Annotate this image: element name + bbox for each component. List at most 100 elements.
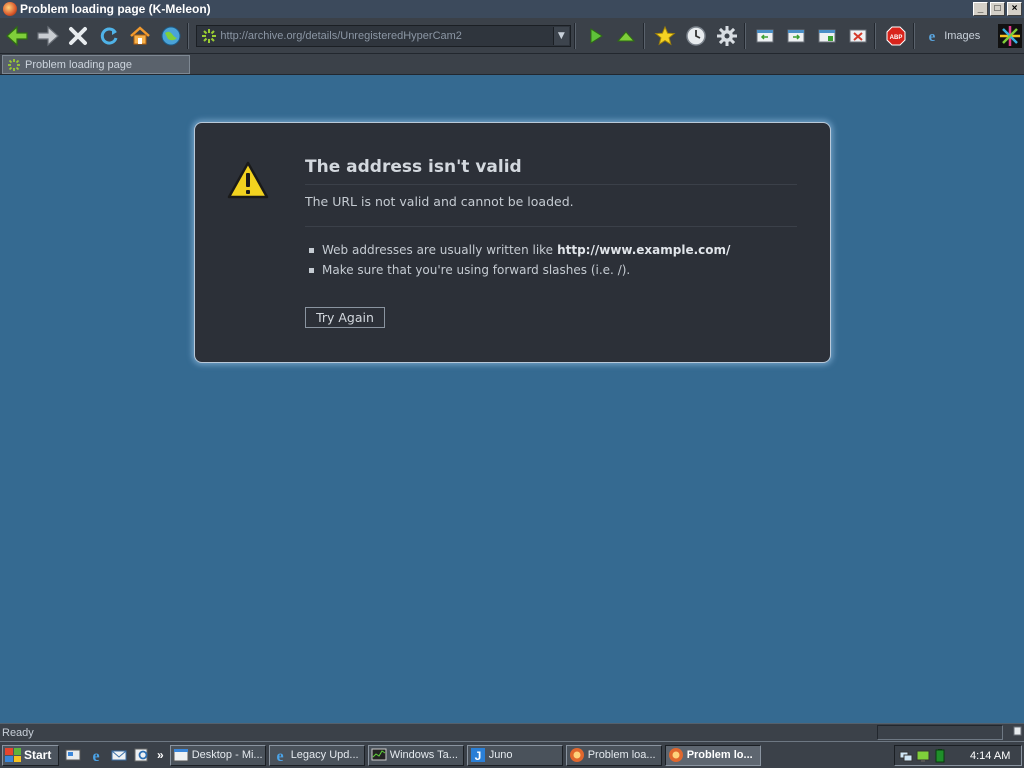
close-window-button[interactable]: × xyxy=(1007,2,1022,16)
tab-loading-icon xyxy=(8,58,20,71)
suggestion-text: Make sure that you're using forward slas… xyxy=(322,263,631,277)
stop-button[interactable] xyxy=(64,22,92,50)
bullet-icon xyxy=(309,247,314,253)
url-bar[interactable]: ▼ xyxy=(196,24,571,47)
ie-logo-icon: e xyxy=(929,29,936,44)
reload-button[interactable] xyxy=(95,22,123,50)
tab-bar: Problem loading page xyxy=(0,54,1024,75)
svg-text:e: e xyxy=(929,29,936,44)
toolbar-separator xyxy=(573,22,576,49)
close-tab-button[interactable] xyxy=(844,22,872,50)
new-window-icon xyxy=(818,29,836,42)
navigation-toolbar: ▼ ABP e Images xyxy=(0,18,1024,54)
history-button[interactable] xyxy=(682,22,710,50)
title-bar: Problem loading page (K-Meleon) _ □ × xyxy=(0,0,1024,18)
go-button[interactable] xyxy=(582,22,610,50)
adblock-button[interactable]: ABP xyxy=(882,22,910,50)
stop-x-icon xyxy=(69,26,88,45)
toolbar-separator xyxy=(743,22,746,49)
forward-button[interactable] xyxy=(34,22,62,50)
gear-icon xyxy=(716,25,737,46)
close-window-icon xyxy=(849,29,867,42)
error-box: The address isn't valid The URL is not v… xyxy=(194,122,831,363)
resize-grip-icon[interactable] xyxy=(1006,725,1024,740)
list-item: Make sure that you're using forward slas… xyxy=(309,260,730,280)
images-toggle-button[interactable]: e Images xyxy=(924,28,980,44)
task-problem-loading-1[interactable]: Problem loa... xyxy=(565,744,662,766)
clock[interactable]: 4:14 AM xyxy=(970,750,1010,762)
battery-icon[interactable] xyxy=(933,748,947,763)
task-manager-icon xyxy=(371,748,387,761)
url-dropdown-button[interactable]: ▼ xyxy=(552,26,569,45)
back-arrow-icon xyxy=(5,25,28,46)
task-label: Problem lo... xyxy=(686,749,753,761)
task-juno[interactable]: J Juno xyxy=(466,744,563,766)
kmeleon-icon xyxy=(668,748,683,762)
quick-launch: e » xyxy=(65,747,170,763)
adblock-stop-icon: ABP xyxy=(886,26,906,45)
taskbar: Start e » Desktop - Mi... e Legacy Upd..… xyxy=(0,741,1024,768)
quick-launch-chevron[interactable]: » xyxy=(157,748,164,762)
home-button[interactable] xyxy=(126,22,154,50)
site-loading-icon xyxy=(200,27,218,45)
task-label: Juno xyxy=(488,749,513,761)
settings-button[interactable] xyxy=(713,22,741,50)
svg-text:e: e xyxy=(276,748,283,763)
tab-label: Problem loading page xyxy=(25,58,133,71)
error-description: The URL is not valid and cannot be loade… xyxy=(305,194,797,227)
internet-explorer-icon[interactable]: e xyxy=(88,747,104,763)
status-panel xyxy=(877,725,1003,740)
window-forward-button[interactable] xyxy=(782,22,810,50)
minimize-button[interactable]: _ xyxy=(973,2,988,16)
status-text: Ready xyxy=(2,726,34,739)
kmeleon-throbber xyxy=(996,22,1024,50)
window-back-button[interactable] xyxy=(752,22,780,50)
maximize-button[interactable]: □ xyxy=(990,2,1005,16)
task-windows-task-manager[interactable]: Windows Ta... xyxy=(367,744,464,766)
back-button[interactable] xyxy=(3,22,31,50)
list-item: Web addresses are usually written like h… xyxy=(309,240,730,260)
task-problem-loading-2[interactable]: Problem lo... xyxy=(664,744,761,766)
error-suggestions-list: Web addresses are usually written like h… xyxy=(309,240,730,280)
globe-button[interactable] xyxy=(157,22,185,50)
forward-arrow-icon xyxy=(36,25,59,46)
search-icon[interactable] xyxy=(134,747,150,763)
suggestion-text: Web addresses are usually written like xyxy=(322,243,554,257)
clock-icon xyxy=(686,25,706,46)
up-button[interactable] xyxy=(613,22,641,50)
start-button[interactable]: Start xyxy=(2,744,59,766)
images-label: Images xyxy=(944,29,981,42)
task-label: Windows Ta... xyxy=(389,749,458,761)
status-bar: Ready xyxy=(0,723,1024,741)
task-legacy-update[interactable]: e Legacy Upd... xyxy=(268,744,365,766)
network-icon[interactable] xyxy=(899,749,913,763)
windows-flag-icon xyxy=(5,748,21,762)
warning-triangle-icon xyxy=(227,161,269,199)
outlook-express-icon[interactable] xyxy=(111,747,127,763)
globe-icon xyxy=(161,26,181,45)
tab-problem-loading-page[interactable]: Problem loading page xyxy=(2,55,190,74)
explorer-window-icon xyxy=(173,748,189,762)
system-tray: 4:14 AM xyxy=(894,745,1022,766)
task-buttons: Desktop - Mi... e Legacy Upd... Windows … xyxy=(169,744,764,766)
display-icon[interactable] xyxy=(916,749,930,763)
show-desktop-icon[interactable] xyxy=(65,747,81,763)
toolbar-separator xyxy=(874,22,877,49)
task-label: Desktop - Mi... xyxy=(191,749,263,761)
kmeleon-app-icon[interactable] xyxy=(3,2,17,16)
svg-text:ABP: ABP xyxy=(890,35,903,41)
window-arrow-left-icon xyxy=(756,29,774,42)
url-input[interactable] xyxy=(218,26,553,45)
task-desktop[interactable]: Desktop - Mi... xyxy=(169,744,266,766)
svg-text:J: J xyxy=(474,749,481,763)
bookmarks-button[interactable] xyxy=(651,22,679,50)
kmeleon-icon xyxy=(569,748,584,762)
juno-icon: J xyxy=(470,748,485,763)
example-url: http://www.example.com/ xyxy=(557,243,731,257)
task-label: Problem loa... xyxy=(587,749,656,761)
new-window-button[interactable] xyxy=(813,22,841,50)
star-icon xyxy=(654,25,676,45)
ie-page-icon: e xyxy=(276,748,283,763)
try-again-button[interactable]: Try Again xyxy=(305,307,385,328)
up-arrow-icon xyxy=(617,30,636,41)
